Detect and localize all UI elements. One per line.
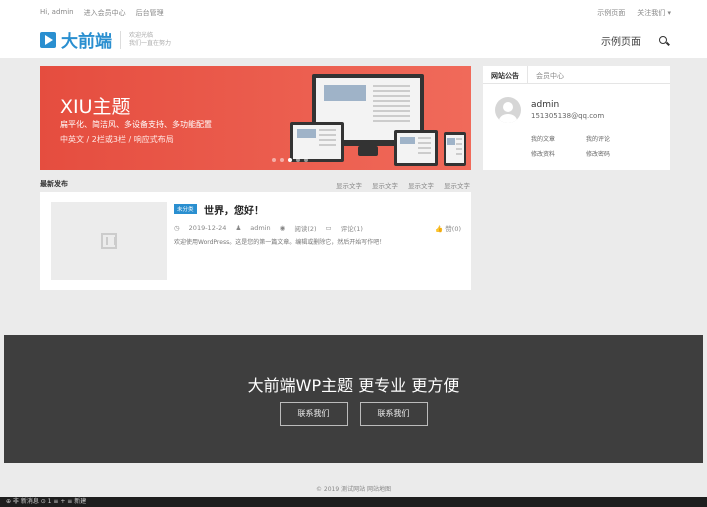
post-author[interactable]: admin <box>250 224 270 232</box>
nav-example-page[interactable]: 示例页面 <box>601 33 641 48</box>
slogan-line-1: 欢迎光临 <box>129 31 154 39</box>
footer-cta: 大前端WP主题 更专业 更方便 联系我们 联系我们 <box>4 335 703 463</box>
greeting: Hi, admin <box>40 8 74 16</box>
member-center-link[interactable]: 进入会员中心 <box>84 8 126 18</box>
eye-icon: ◉ <box>279 224 286 232</box>
latest-posts-title: 最新发布 <box>40 180 68 188</box>
user-email: 151305138@qq.com <box>531 112 605 120</box>
edit-profile-link[interactable]: 修改资料 <box>531 149 576 158</box>
tablet-illustration <box>394 130 438 166</box>
sidebar-widget: 网站公告 会员中心 admin 151305138@qq.com 我的文章 我的… <box>483 66 670 170</box>
user-icon: ♟ <box>235 224 242 232</box>
post-meta: ◷ 2019-12-24 ♟ admin ◉ 阅读(2) ▭ 评论(1) <box>174 223 363 233</box>
top-links-left: Hi, admin 进入会员中心 后台管理 <box>40 8 164 18</box>
tab-announcements[interactable]: 网站公告 <box>483 66 528 83</box>
comment-icon: ▭ <box>325 224 332 232</box>
banner-pagination <box>272 158 308 162</box>
post-excerpt: 欢迎使用WordPress。这是您的第一篇文章。编辑或删除它，然后开始写作吧！ <box>174 239 386 246</box>
cta-buttons: 联系我们 联系我们 <box>4 402 703 426</box>
post-views: 阅读(2) <box>294 225 317 233</box>
section-link[interactable]: 显示文字 <box>444 180 470 190</box>
phone-illustration <box>444 132 466 166</box>
slogan-line-2: 我们一直在努力 <box>129 39 172 47</box>
post-thumbnail[interactable] <box>51 202 167 280</box>
avatar[interactable] <box>495 97 521 123</box>
clock-icon: ◷ <box>174 224 180 232</box>
section-link[interactable]: 显示文字 <box>372 180 398 190</box>
logo-play-icon <box>40 31 56 48</box>
banner-title: XIU主题 <box>60 96 131 118</box>
search-icon[interactable] <box>659 35 669 46</box>
latest-posts-links: 显示文字 显示文字 显示文字 显示文字 <box>336 180 470 190</box>
main-nav: 示例页面 <box>601 33 669 48</box>
tab-member-center[interactable]: 会员中心 <box>528 66 572 83</box>
my-comments-link[interactable]: 我的评论 <box>586 134 631 143</box>
monitor-stand <box>358 146 378 156</box>
category-badge[interactable]: 未分类 <box>174 204 197 214</box>
hero-banner[interactable]: XIU主题 扁平化、简洁风、多设备支持、多功能配置 中英文 / 2栏或3栏 / … <box>40 66 471 170</box>
change-password-link[interactable]: 修改密码 <box>586 149 631 158</box>
logo-text: 大前端 <box>61 32 112 52</box>
thumbs-up-icon: 👍 <box>435 225 444 233</box>
logo-divider <box>120 30 121 49</box>
admin-link[interactable]: 后台管理 <box>136 8 164 18</box>
banner-dot-active[interactable] <box>288 158 292 162</box>
cta-title: 大前端WP主题 更专业 更方便 <box>247 376 460 395</box>
section-link[interactable]: 显示文字 <box>408 180 434 190</box>
widget-tabs: 网站公告 会员中心 <box>483 66 670 84</box>
contact-us-button[interactable]: 联系我们 <box>279 402 348 426</box>
contact-us-button-2[interactable]: 联系我们 <box>359 402 428 426</box>
banner-layout: 中英文 / 2栏或3栏 / 响应式布局 <box>60 135 174 144</box>
logo-slogan: 欢迎光临 我们一直在努力 <box>129 32 171 48</box>
post-comments[interactable]: 评论(1) <box>341 223 363 233</box>
praise-count: 赞(0) <box>445 225 461 233</box>
placeholder-image-icon <box>101 233 117 249</box>
banner-dot[interactable] <box>272 158 276 162</box>
banner-dot[interactable] <box>304 158 308 162</box>
follow-us-dropdown[interactable]: 关注我们 ▾ <box>637 8 671 18</box>
section-link[interactable]: 显示文字 <box>336 180 362 190</box>
banner-features: 扁平化、简洁风、多设备支持、多功能配置 <box>60 120 212 129</box>
post-card: 未分类 世界，您好！ ◷ 2019-12-24 ♟ admin ◉ 阅读(2) … <box>40 192 471 290</box>
username: admin <box>531 100 560 110</box>
laptop-illustration <box>290 122 344 162</box>
post-title[interactable]: 世界，您好！ <box>204 202 264 217</box>
copyright: © 2019 测试网站 网站地图 <box>316 486 391 493</box>
post-praise[interactable]: 👍 赞(0) <box>435 223 461 233</box>
example-page-link[interactable]: 示例页面 <box>597 8 625 18</box>
top-header: Hi, admin 进入会员中心 后台管理 示例页面 关注我们 ▾ 大前端 欢迎… <box>0 0 707 58</box>
user-links: 我的文章 我的评论 修改资料 修改密码 <box>531 134 631 158</box>
my-posts-link[interactable]: 我的文章 <box>531 134 576 143</box>
top-links-right: 示例页面 关注我们 ▾ <box>597 8 671 18</box>
site-logo[interactable]: 大前端 欢迎光临 我们一直在努力 <box>40 27 171 52</box>
post-date: 2019-12-24 <box>188 224 227 232</box>
banner-dot[interactable] <box>280 158 284 162</box>
taskbar: ⊕ 非 新消息 ⊙ 1 ≡ + ≡ 新建 <box>0 497 707 507</box>
banner-dot[interactable] <box>296 158 300 162</box>
